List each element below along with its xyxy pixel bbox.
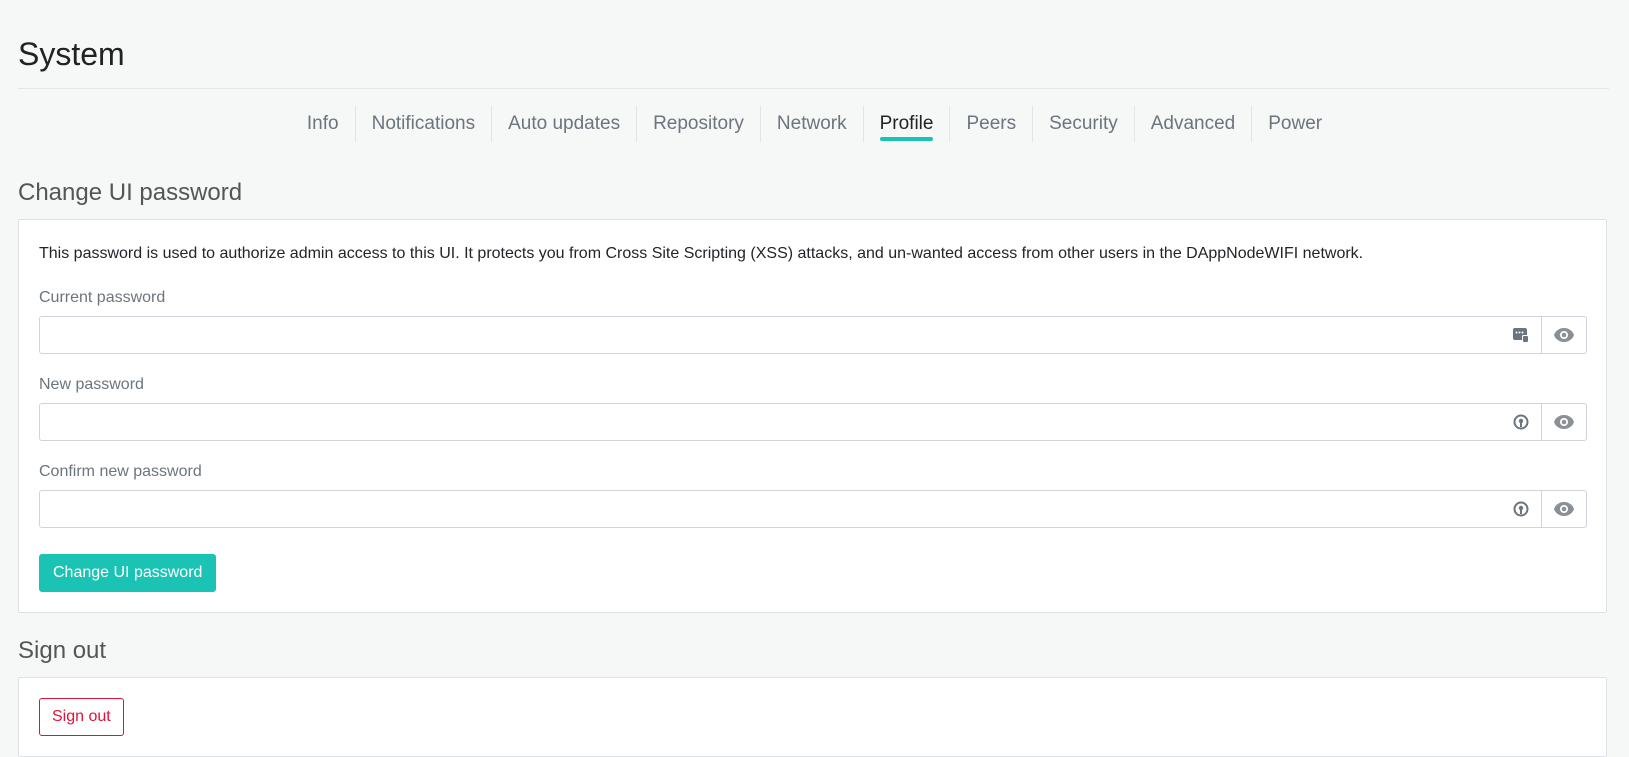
change-password-card: This password is used to authorize admin… xyxy=(18,219,1607,613)
key-generator-icon[interactable] xyxy=(1501,491,1541,527)
tab-advanced[interactable]: Advanced xyxy=(1135,106,1253,142)
confirm-password-label: Confirm new password xyxy=(39,463,202,480)
page-title: System xyxy=(18,36,125,72)
eye-icon xyxy=(1554,415,1574,429)
tab-notifications[interactable]: Notifications xyxy=(356,106,493,142)
confirm-password-group xyxy=(39,490,1587,528)
sign-out-title: Sign out xyxy=(18,637,107,664)
toggle-visibility-button[interactable] xyxy=(1541,491,1586,527)
tab-power[interactable]: Power xyxy=(1252,106,1338,142)
tab-auto-updates[interactable]: Auto updates xyxy=(492,106,638,142)
system-page: System Info Notifications Auto updates R… xyxy=(0,0,1629,757)
eye-icon xyxy=(1554,328,1574,342)
confirm-password-input[interactable] xyxy=(40,491,1501,527)
tab-info[interactable]: Info xyxy=(291,106,356,142)
change-password-button[interactable]: Change UI password xyxy=(39,554,217,592)
current-password-input[interactable] xyxy=(40,317,1501,353)
tab-peers[interactable]: Peers xyxy=(950,106,1034,142)
title-divider xyxy=(18,88,1609,89)
current-password-label: Current password xyxy=(39,289,166,306)
sign-out-card: Sign out xyxy=(18,677,1607,757)
new-password-label: New password xyxy=(39,376,144,393)
tab-profile[interactable]: Profile xyxy=(864,106,951,142)
change-password-title: Change UI password xyxy=(18,179,243,206)
key-generator-icon[interactable] xyxy=(1501,404,1541,440)
eye-icon xyxy=(1554,502,1574,516)
new-password-group xyxy=(39,403,1587,441)
new-password-input[interactable] xyxy=(40,404,1501,440)
toggle-visibility-button[interactable] xyxy=(1541,317,1586,353)
sign-out-button[interactable]: Sign out xyxy=(39,698,124,736)
tab-security[interactable]: Security xyxy=(1033,106,1135,142)
current-password-group xyxy=(39,316,1587,354)
password-manager-icon[interactable] xyxy=(1501,317,1541,353)
change-password-description: This password is used to authorize admin… xyxy=(39,245,1364,262)
tab-network[interactable]: Network xyxy=(761,106,864,142)
tab-repository[interactable]: Repository xyxy=(637,106,761,142)
toggle-visibility-button[interactable] xyxy=(1541,404,1586,440)
system-tabs: Info Notifications Auto updates Reposito… xyxy=(0,106,1629,150)
